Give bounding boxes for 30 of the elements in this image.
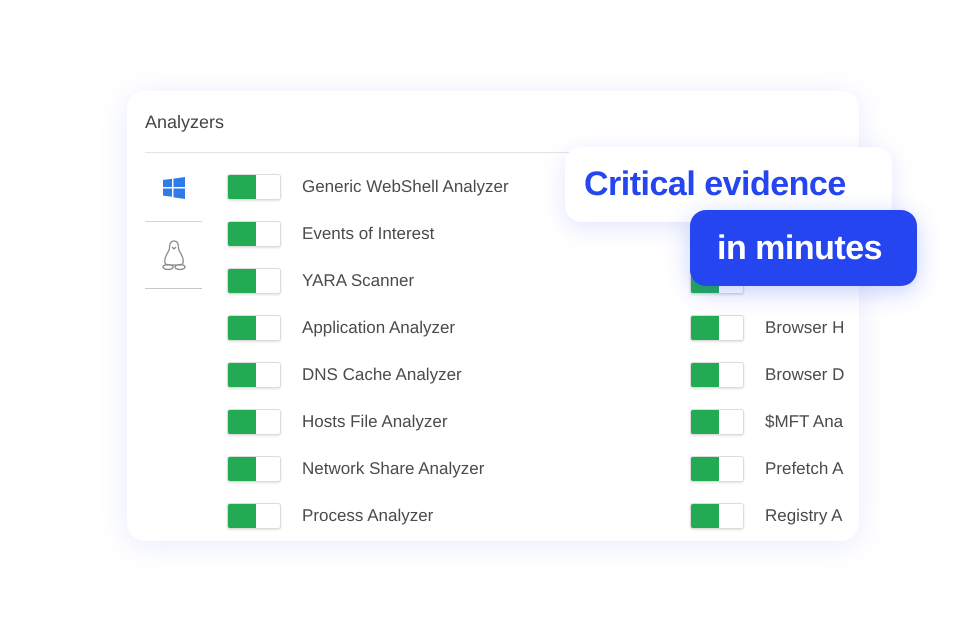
toggle-switch[interactable]: [690, 314, 744, 340]
analyzer-label: Generic WebShell Analyzer: [302, 176, 509, 198]
analyzer-label: Browser H: [765, 316, 844, 339]
toggle-switch[interactable]: [227, 502, 281, 528]
analyzer-label: Hosts File Analyzer: [302, 410, 448, 433]
toggle-switch[interactable]: [690, 502, 744, 528]
analyzer-label: Process Analyzer: [302, 504, 434, 527]
analyzer-label: DNS Cache Analyzer: [302, 364, 462, 386]
analyzer-label: Events of Interest: [302, 222, 434, 245]
toggle-switch[interactable]: [227, 220, 281, 246]
toggle-switch[interactable]: [227, 174, 281, 200]
analyzer-label: Network Share Analyzer: [302, 458, 484, 480]
toggle-switch[interactable]: [690, 362, 744, 388]
windows-icon: [162, 177, 184, 199]
toggle-switch[interactable]: [227, 314, 281, 340]
toggle-switch[interactable]: [690, 408, 744, 434]
analyzer-label: YARA Scanner: [302, 270, 414, 292]
toggle-switch[interactable]: [227, 408, 281, 434]
toggle-switch[interactable]: [227, 362, 281, 388]
analyzer-label: Browser D: [765, 364, 844, 386]
subheading-tooltip: in minutes: [690, 210, 917, 286]
analyzer-label: Registry A: [765, 504, 842, 527]
analyzer-label: $MFT Ana: [765, 410, 844, 433]
toggle-switch[interactable]: [227, 456, 281, 482]
penguin-icon: [160, 239, 186, 271]
toggle-switch[interactable]: [227, 268, 281, 294]
analyzer-label: Application Analyzer: [302, 316, 456, 339]
card-title: Analyzers: [145, 111, 224, 131]
toggle-switch[interactable]: [690, 456, 744, 482]
analyzer-label: Prefetch A: [765, 458, 844, 480]
